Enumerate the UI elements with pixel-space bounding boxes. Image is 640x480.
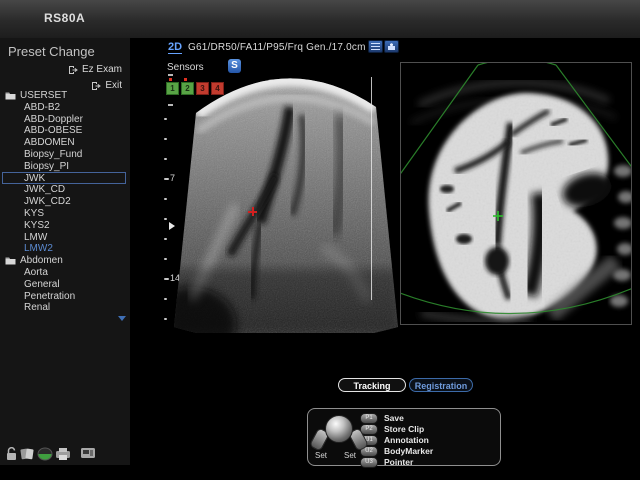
tree-item-renal[interactable]: Renal (0, 302, 130, 314)
key-badge-icon: U3 (360, 457, 378, 468)
ruler-tick (164, 158, 167, 160)
ruler-tick (164, 178, 169, 180)
exit-door-icon (68, 65, 78, 75)
tree-item-label: JWK_CD (24, 184, 65, 196)
mri-image (401, 63, 631, 324)
ruler-tick (164, 318, 167, 320)
set-label-left: Set (315, 451, 327, 460)
tree-item-label: ABDOMEN (24, 137, 75, 149)
status-green-icon (37, 447, 53, 461)
tree-item-abd-doppler[interactable]: ABD-Doppler (0, 114, 130, 126)
exit-door-icon (91, 81, 101, 91)
ruler-tick (164, 278, 169, 280)
ruler-tick (164, 118, 167, 120)
ruler-tick (164, 218, 167, 220)
preset-sidebar: Preset Change Ez Exam Exit USERSETABD-B2… (0, 38, 130, 465)
registration-button[interactable]: Registration (409, 378, 473, 392)
tree-item-label: ABD-OBESE (24, 125, 82, 137)
set-label-right: Set (344, 451, 356, 460)
tree-item-label: Penetration (24, 291, 75, 303)
needle-guide-line (371, 77, 372, 300)
trackball-icon[interactable] (325, 415, 353, 443)
tree-item-label: ABD-B2 (24, 102, 60, 114)
tree-item-label: JWK_CD2 (24, 196, 71, 208)
ez-exam-label: Ez Exam (82, 64, 122, 75)
tree-item-general[interactable]: General (0, 279, 130, 291)
mode-indicator: 2D (168, 41, 182, 54)
key-hint-label: Store Clip (384, 424, 424, 434)
tree-item-label: KYS (24, 208, 44, 220)
tree-item-jwk[interactable]: JWK (0, 173, 130, 185)
us-target-marker-icon[interactable] (248, 207, 257, 216)
tree-item-label: Biopsy_Fund (24, 149, 82, 161)
tree-item-userset[interactable]: USERSET (0, 90, 130, 102)
key-badge-icon: P1 (360, 413, 378, 424)
key-hint-label: BodyMarker (384, 446, 433, 456)
tree-item-label: Aorta (24, 267, 48, 279)
tree-item-label: LMW2 (24, 243, 53, 255)
media-card-icon (80, 447, 96, 459)
folder-icon (5, 91, 16, 100)
bodymarker-mini-icon[interactable] (384, 40, 399, 53)
key-hint-label: Annotation (384, 435, 429, 445)
tree-item-aorta[interactable]: Aorta (0, 267, 130, 279)
key-hint-save: P1 Save (360, 413, 404, 423)
tree-item-abd-b2[interactable]: ABD-B2 (0, 102, 130, 114)
tree-item-biopsy_fund[interactable]: Biopsy_Fund (0, 149, 130, 161)
image-parameters: G61/DR50/FA11/P95/Frq Gen./17.0cm (188, 42, 366, 53)
system-title: RS80A (44, 11, 85, 25)
key-hint-pointer: U3 Pointer (360, 457, 413, 467)
clipboard-mini-icon[interactable] (368, 40, 383, 53)
ultrasound-image (172, 55, 400, 333)
scroll-down-icon[interactable] (118, 316, 126, 321)
tree-item-label: KYS2 (24, 220, 50, 232)
tree-item-kys2[interactable]: KYS2 (0, 220, 130, 232)
ruler-tick (164, 298, 167, 300)
tree-item-abdomen[interactable]: ABDOMEN (0, 137, 130, 149)
tree-item-lmw2[interactable]: LMW2 (0, 243, 130, 255)
export-files-icon (20, 447, 35, 461)
folder-icon (5, 256, 16, 265)
key-hint-bodymarker: U2BodyMarker (360, 446, 433, 456)
app-window: RS80A Preset Change Ez Exam Exit USERSET… (0, 0, 640, 480)
imaging-area: 2D G61/DR50/FA11/P95/Frq Gen./17.0cm Sen… (130, 38, 640, 480)
printer-icon (54, 447, 72, 461)
tree-item-jwk_cd[interactable]: JWK_CD (0, 184, 130, 196)
tree-item-label: JWK (24, 173, 45, 185)
tree-item-label: General (24, 279, 60, 291)
tree-item-abd-obese[interactable]: ABD-OBESE (0, 125, 130, 137)
tree-item-penetration[interactable]: Penetration (0, 291, 130, 303)
ruler-tick (164, 258, 167, 260)
mri-fusion-panel (400, 62, 632, 325)
ruler-tick (164, 138, 167, 140)
tree-item-label: Renal (24, 302, 50, 314)
tree-item-abdomen[interactable]: Abdomen (0, 255, 130, 267)
title-bar: RS80A (0, 0, 640, 39)
tree-item-kys[interactable]: KYS (0, 208, 130, 220)
tracking-button[interactable]: Tracking (338, 378, 406, 392)
probe-orientation-marker: S (228, 59, 241, 73)
key-hint-store-clip: P2Store Clip (360, 424, 424, 434)
status-icon-bar (0, 446, 130, 464)
key-hint-annotation: U1Annotation (360, 435, 429, 445)
ez-exam-button[interactable]: Ez Exam (68, 64, 122, 75)
tree-item-label: LMW (24, 232, 47, 244)
key-hint-label: Save (384, 413, 404, 423)
tree-item-label: USERSET (20, 90, 67, 102)
tree-item-jwk_cd2[interactable]: JWK_CD2 (0, 196, 130, 208)
key-hint-label: Pointer (384, 457, 413, 467)
lock-icon (6, 447, 17, 461)
preset-tree: USERSETABD-B2ABD-DopplerABD-OBESEABDOMEN… (0, 90, 130, 314)
sidebar-heading: Preset Change (8, 44, 95, 59)
ruler-tick (164, 238, 167, 240)
tree-item-label: ABD-Doppler (24, 114, 83, 126)
ruler-tick (164, 198, 167, 200)
trackball-hint-panel: Set Set P1 SaveP2Store ClipU1AnnotationU2… (307, 408, 501, 466)
tree-item-lmw[interactable]: LMW (0, 232, 130, 244)
tree-item-label: Abdomen (20, 255, 63, 267)
